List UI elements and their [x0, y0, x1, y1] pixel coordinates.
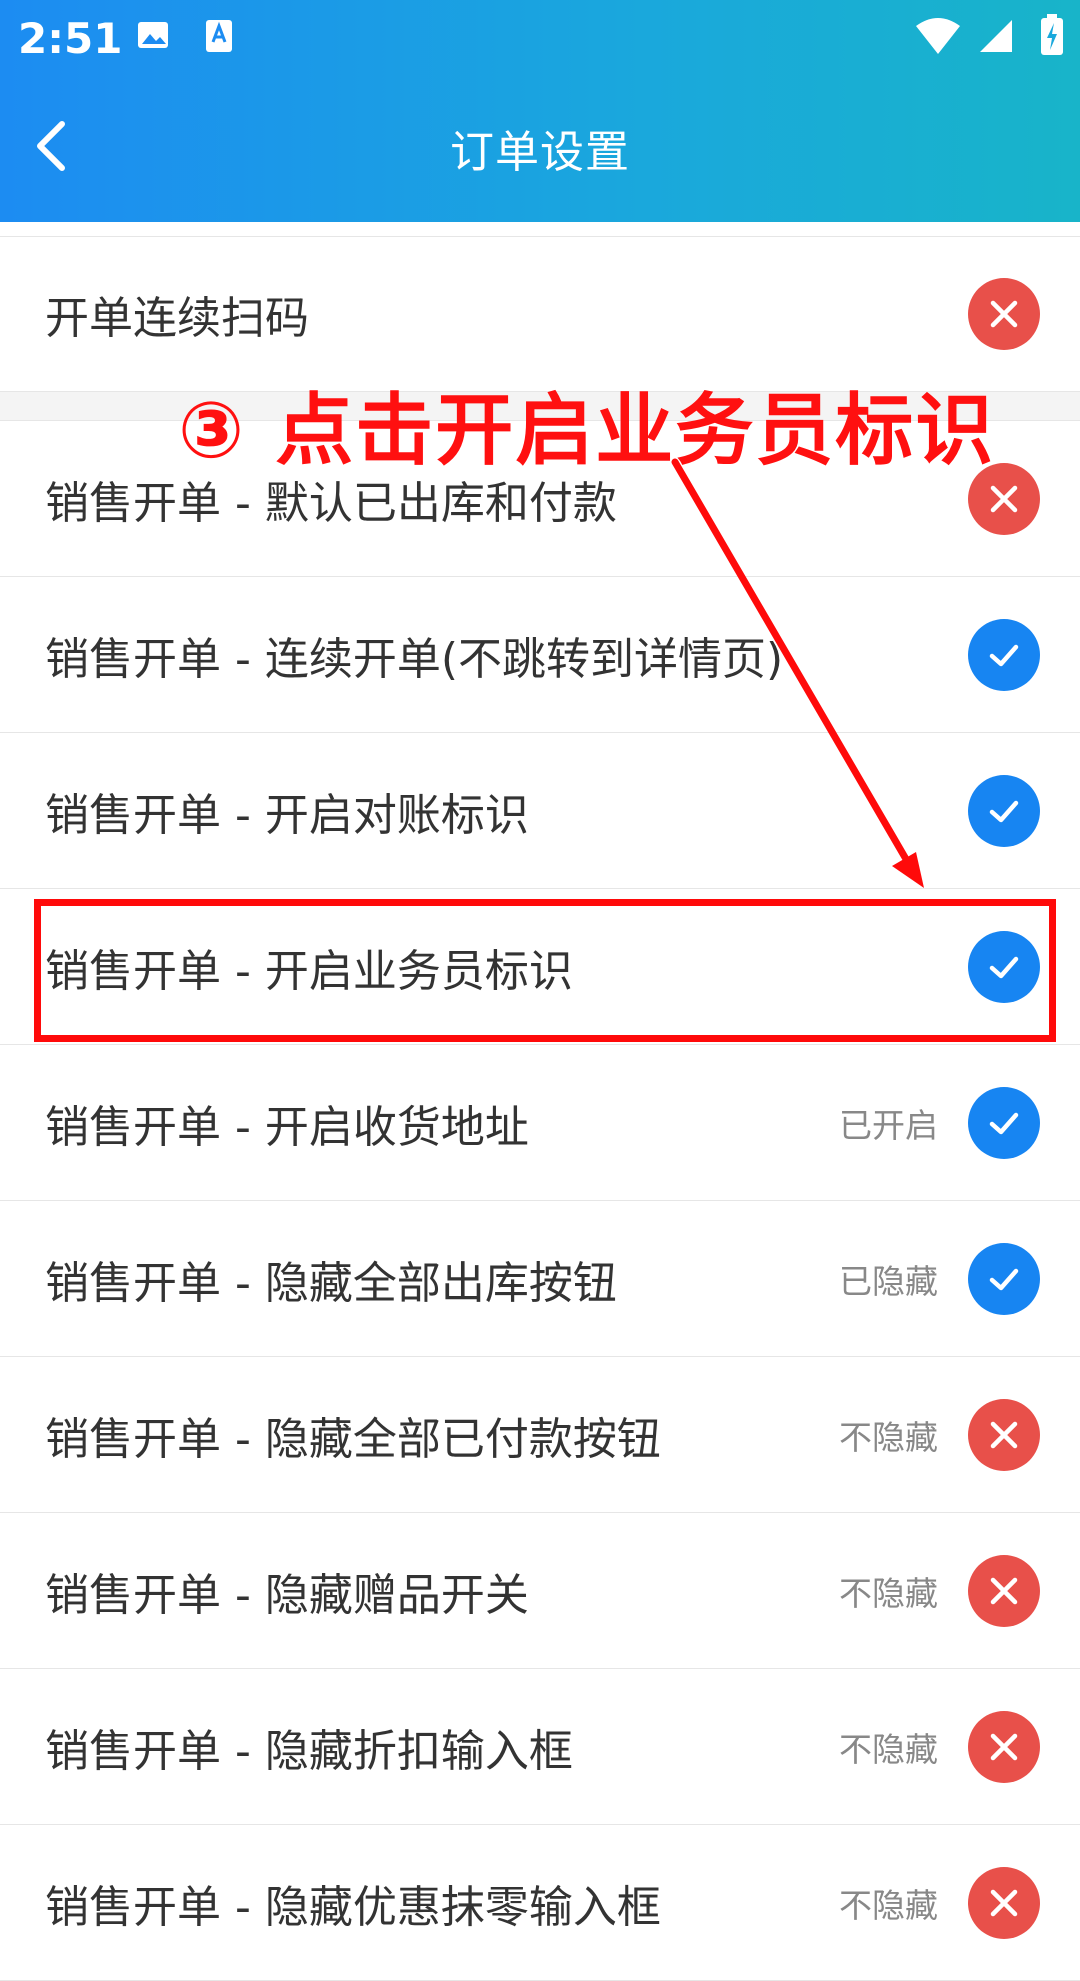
toggle-off-button[interactable] — [968, 1554, 1040, 1627]
toggle-on-button[interactable] — [968, 1242, 1040, 1315]
toggle-on-button[interactable] — [968, 930, 1040, 1003]
check-icon — [989, 800, 1019, 822]
toggle-off-button[interactable] — [968, 278, 1040, 350]
setting-label: 销售开单 - 隐藏赠品开关 — [45, 1569, 529, 1621]
setting-status: 已开启 — [839, 1105, 938, 1145]
setting-label: 销售开单 - 开启业务员标识 — [45, 945, 573, 997]
setting-row-shipping-address[interactable]: 销售开单 - 开启收货地址 已开启 — [0, 1045, 1080, 1201]
check-icon — [989, 644, 1019, 666]
toggle-off-button[interactable] — [968, 1710, 1040, 1783]
close-icon — [990, 1421, 1018, 1448]
page-title: 订单设置 — [450, 127, 630, 178]
setting-status: 已隐藏 — [839, 1261, 938, 1301]
setting-label: 销售开单 - 开启对账标识 — [45, 789, 529, 841]
setting-label: 销售开单 - 隐藏优惠抹零输入框 — [45, 1881, 661, 1933]
setting-row-hide-rounding[interactable]: 销售开单 - 隐藏优惠抹零输入框 不隐藏 — [0, 1825, 1080, 1981]
settings-list: 开单连续扫码 销售开单 - 默认已出库和付款 销售开单 - 连续开单(不跳转到详… — [0, 222, 1080, 1981]
status-time: 2:51 — [18, 14, 123, 63]
setting-label: 销售开单 - 开启收货地址 — [45, 1101, 529, 1153]
close-icon — [990, 1577, 1018, 1604]
setting-row-salesperson-mark[interactable]: 销售开单 - 开启业务员标识 — [0, 889, 1080, 1045]
setting-row-hide-discount[interactable]: 销售开单 - 隐藏折扣输入框 不隐藏 — [0, 1669, 1080, 1825]
setting-status: 不隐藏 — [839, 1885, 938, 1925]
toggle-off-button[interactable] — [968, 1866, 1040, 1939]
setting-label: 销售开单 - 连续开单(不跳转到详情页) — [45, 633, 784, 685]
wifi-icon — [916, 18, 960, 54]
setting-row-reconcile-mark[interactable]: 销售开单 - 开启对账标识 — [0, 733, 1080, 889]
app-header: 2:51 订单设置 — [0, 0, 1080, 222]
setting-row-hide-gift[interactable]: 销售开单 - 隐藏赠品开关 不隐藏 — [0, 1513, 1080, 1669]
toggle-on-button[interactable] — [968, 1086, 1040, 1159]
annotation-callout: ③ 点击开启业务员标识 — [178, 386, 996, 476]
text-a-icon — [206, 20, 232, 52]
setting-label: 销售开单 - 隐藏全部已付款按钮 — [45, 1413, 661, 1465]
setting-status: 不隐藏 — [839, 1729, 938, 1769]
setting-row-continuous-order[interactable]: 销售开单 - 连续开单(不跳转到详情页) — [0, 577, 1080, 733]
toggle-off-button[interactable] — [968, 1398, 1040, 1471]
toggle-on-button[interactable] — [968, 774, 1040, 847]
check-icon — [989, 1112, 1019, 1134]
toggle-on-button[interactable] — [968, 618, 1040, 691]
gallery-icon — [138, 22, 168, 48]
setting-status: 不隐藏 — [839, 1417, 938, 1457]
setting-label: 销售开单 - 隐藏折扣输入框 — [45, 1725, 573, 1777]
check-icon — [989, 956, 1019, 978]
signal-icon — [980, 20, 1012, 52]
setting-label: 销售开单 - 隐藏全部出库按钮 — [45, 1257, 617, 1309]
check-icon — [989, 1268, 1019, 1290]
close-icon — [990, 1889, 1018, 1916]
close-icon — [990, 1733, 1018, 1760]
setting-status: 不隐藏 — [839, 1573, 938, 1613]
setting-label: 开单连续扫码 — [45, 293, 309, 344]
battery-charging-icon — [1041, 14, 1063, 55]
setting-row-hide-paid[interactable]: 销售开单 - 隐藏全部已付款按钮 不隐藏 — [0, 1357, 1080, 1513]
close-icon — [990, 485, 1018, 512]
close-icon — [990, 300, 1018, 328]
setting-row-hide-outbound[interactable]: 销售开单 - 隐藏全部出库按钮 已隐藏 — [0, 1201, 1080, 1357]
